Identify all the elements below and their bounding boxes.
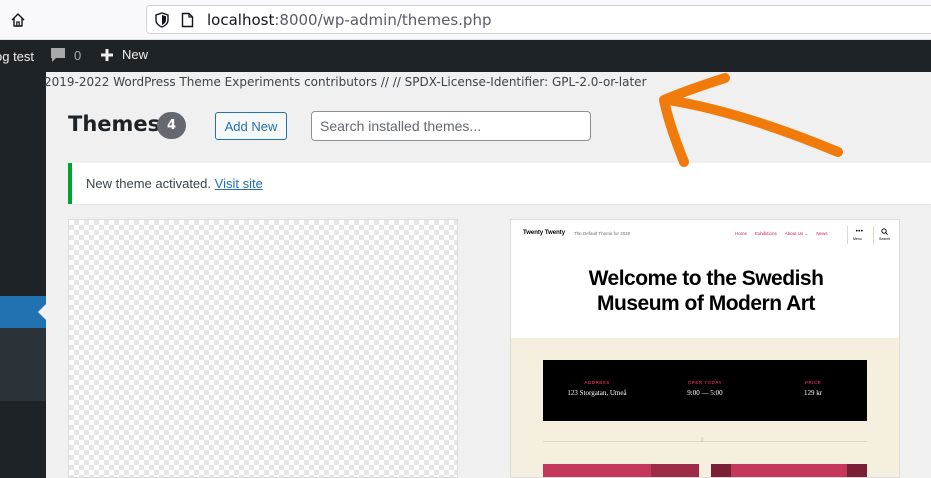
preview-search-label: Search (879, 237, 891, 241)
preview-hero-heading: Welcome to the Swedish Museum of Modern … (511, 266, 899, 316)
plus-icon (101, 48, 113, 61)
wp-admin-bar: og test 0 New (0, 40, 931, 72)
preview-image-right (711, 464, 867, 477)
theme-count-badge: 4 (157, 112, 186, 139)
preview-hero-line: Museum of Modern Art (597, 292, 815, 315)
divider-ornament: ◊ (701, 437, 704, 443)
new-label: New (122, 47, 149, 62)
info-label: OPEN TODAY (687, 380, 723, 385)
comment-count: 0 (74, 47, 82, 63)
info-label: ADDRESS (584, 380, 610, 385)
preview-menu-label: Menu (853, 237, 862, 241)
preview-image-left-shade (651, 464, 699, 477)
notice-text: New theme activated. Visit site (86, 176, 263, 191)
preview-info-box: ADDRESS 123 Storgatan, Umeå OPEN TODAY 9… (543, 360, 867, 421)
notice-message: New theme activated. (86, 176, 212, 191)
preview-divider (543, 441, 867, 442)
active-menu-arrow (38, 304, 46, 320)
visit-site-link[interactable]: Visit site (215, 176, 263, 191)
preview-nav-item: News (816, 231, 828, 236)
browser-toolbar: localhost:8000/wp-admin/themes.php (0, 0, 931, 40)
search-icon (881, 228, 888, 235)
preview-nav-item: Exhibitions (755, 231, 777, 236)
preview-nav-item: About Us ⌄ (784, 231, 809, 236)
ellipsis-icon: ••• (855, 228, 864, 235)
license-text: 2019-2022 WordPress Theme Experiments co… (44, 75, 647, 89)
page-title: Themes (68, 112, 161, 136)
page-icon (181, 12, 194, 32)
comment-bubble-icon (51, 48, 65, 62)
site-name-link[interactable]: og test (0, 49, 34, 64)
url-path: :8000/wp-admin/themes.php (274, 11, 492, 29)
preview-image-right-shade (847, 464, 867, 477)
preview-hero-line: Welcome to the Swedish (588, 267, 824, 290)
preview-nav: Home Exhibitions About Us ⌄ News (735, 231, 828, 237)
preview-site-title: Twenty Twenty (523, 230, 566, 236)
shield-icon[interactable] (155, 12, 169, 32)
theme-activated-notice: New theme activated. Visit site (68, 163, 931, 204)
info-value: 9:00 — 5:00 (687, 389, 723, 397)
admin-sidebar (0, 72, 46, 478)
preview-search-toggle: Search (873, 226, 893, 244)
theme-card-twenty-twenty[interactable]: Twenty Twenty The Default Theme for 2020… (510, 219, 900, 478)
home-icon[interactable] (6, 8, 30, 32)
sidebar-submenu[interactable] (0, 328, 46, 401)
url-text: localhost:8000/wp-admin/themes.php (207, 11, 491, 29)
address-bar[interactable]: localhost:8000/wp-admin/themes.php (146, 5, 931, 34)
preview-info-hours: OPEN TODAY 9:00 — 5:00 (651, 380, 759, 397)
preview-body: ADDRESS 123 Storgatan, Umeå OPEN TODAY 9… (511, 338, 899, 477)
preview-menu-toggle: ••• Menu (847, 226, 867, 244)
preview-info-price: PRICE 129 kr (759, 380, 867, 397)
preview-info-address: ADDRESS 123 Storgatan, Umeå (543, 380, 651, 397)
search-themes-input[interactable] (311, 111, 591, 141)
new-content-link[interactable]: New (100, 47, 148, 62)
theme-preview-header: Twenty Twenty The Default Theme for 2020… (511, 220, 899, 338)
url-host: localhost (207, 11, 275, 29)
info-label: PRICE (804, 380, 822, 385)
preview-nav-item: Home (735, 231, 748, 236)
info-value: 129 kr (803, 389, 823, 397)
comments-link[interactable]: 0 (50, 47, 81, 63)
add-new-button[interactable]: Add New (215, 112, 287, 140)
info-value: 123 Storgatan, Umeå (567, 389, 627, 397)
preview-tagline: The Default Theme for 2020 (574, 231, 631, 236)
preview-image-right-shade (711, 464, 731, 477)
theme-card-empty-screenshot[interactable] (68, 219, 458, 478)
